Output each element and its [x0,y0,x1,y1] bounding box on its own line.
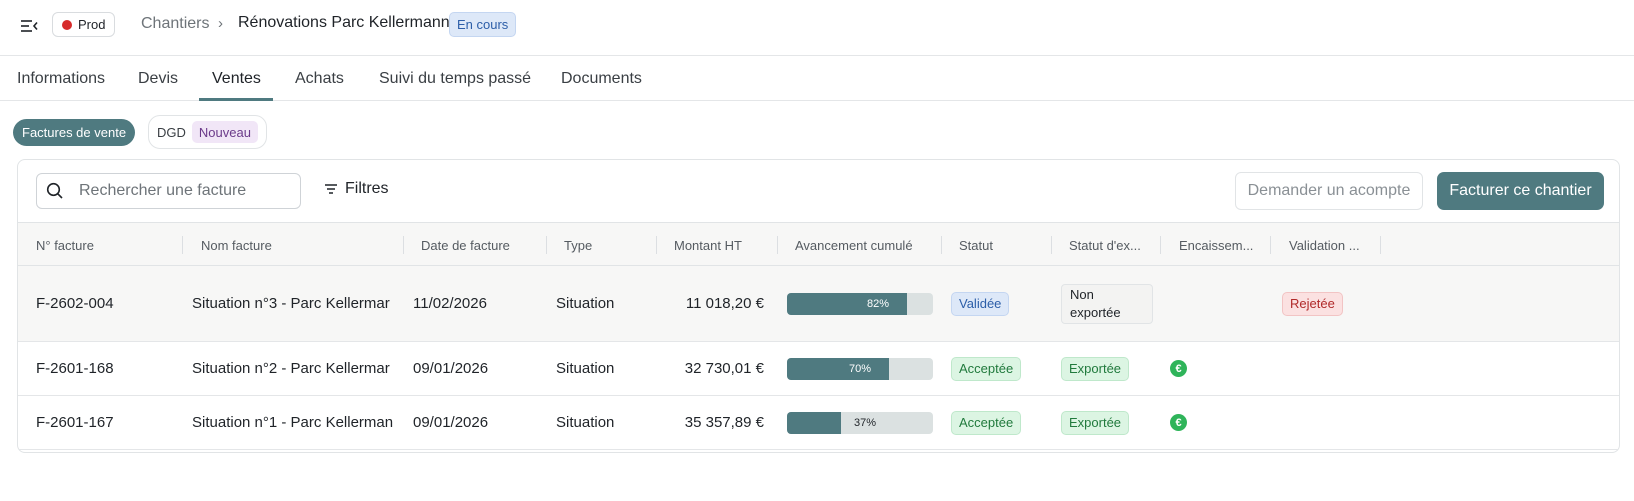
subtab-factures-vente[interactable]: Factures de vente [13,119,136,146]
status-cell: Validée [951,266,1010,341]
invoice-number: F-2602-004 [36,295,114,312]
progress-label: 37% [854,416,877,429]
subtab-dgd[interactable]: DGD Nouveau [148,115,267,149]
invoice-type: Situation [556,414,615,431]
column-header-encaissement[interactable]: Encaissem... [1179,223,1269,267]
status-badge: Validée [951,291,1010,316]
tab-suivi-temps[interactable]: Suivi du temps passé [379,70,531,88]
column-divider[interactable] [941,236,942,254]
search-icon [46,182,63,199]
validation-cell: Rejetée [1282,266,1343,341]
search-input[interactable] [79,182,289,200]
invoice-amount: 35 357,89 € [684,414,764,431]
column-header-statut-export[interactable]: Statut d'ex... [1069,223,1159,267]
column-header-type[interactable]: Type [564,223,654,267]
tab-informations[interactable]: Informations [17,70,105,88]
column-divider[interactable] [1051,236,1052,254]
invoice-name: Situation n°1 - Parc Kellerman [192,414,394,431]
status-cell: Acceptée [951,396,1022,449]
column-divider[interactable] [546,236,547,254]
invoices-card: Filtres Demander un acompte Facturer ce … [17,159,1620,453]
encaissement-cell: € [1170,342,1187,395]
environment-badge[interactable]: Prod [52,12,116,37]
tab-bar: Informations Devis Ventes Achats Suivi d… [0,56,1634,101]
progress-label: 82% [867,297,890,310]
breadcrumb-separator: › [218,15,223,32]
env-status-dot [62,19,72,30]
encaissement-cell: € [1170,396,1187,449]
export-status-badge: Exportée [1061,410,1130,435]
column-header-avancement[interactable]: Avancement cumulé [795,223,935,267]
invoice-name: Situation n°3 - Parc Kellermar [192,295,390,312]
column-header-validation[interactable]: Validation ... [1289,223,1379,267]
invoice-date: 11/02/2026 [413,295,487,312]
invoice-type: Situation [556,360,615,377]
filters-button[interactable]: Filtres [324,180,389,198]
progress-bar: 70% [787,357,933,380]
progress-bar: 82% [787,292,933,315]
project-status-badge: En cours [449,12,517,37]
column-divider[interactable] [1160,236,1161,254]
menu-collapse-icon[interactable] [18,15,40,37]
column-header-nom[interactable]: Nom facture [201,223,391,267]
status-badge: Acceptée [951,410,1022,435]
invoice-date: 09/01/2026 [413,414,489,431]
status-cell: Acceptée [951,342,1022,395]
subtab-dgd-label: DGD [157,124,186,140]
export-status-cell: Exportée [1061,396,1130,449]
facturer-chantier-button[interactable]: Facturer ce chantier [1437,172,1604,210]
column-header-numero[interactable]: N° facture [36,223,176,267]
tab-ventes[interactable]: Ventes [212,70,261,88]
breadcrumb-chantiers[interactable]: Chantiers [141,15,209,33]
page-title: Rénovations Parc Kellermann [238,14,450,31]
table-row[interactable]: F-2601-168 Situation n°2 - Parc Kellerma… [18,342,1619,396]
column-divider[interactable] [1380,236,1381,254]
export-status-cell: Exportée [1061,342,1130,395]
column-header-date[interactable]: Date de facture [421,223,541,267]
table-row[interactable]: F-2602-004 Situation n°3 - Parc Kellerma… [18,266,1619,342]
tab-devis[interactable]: Devis [138,70,178,88]
column-divider[interactable] [777,236,778,254]
column-divider[interactable] [656,236,657,254]
column-header-statut[interactable]: Statut [959,223,1049,267]
tab-documents[interactable]: Documents [561,70,642,88]
invoice-type: Situation [556,295,615,312]
invoice-name: Situation n°2 - Parc Kellermar [192,360,390,377]
progress-fill [787,411,841,434]
column-header-montant[interactable]: Montant HT [674,223,774,267]
validation-badge: Rejetée [1282,291,1343,316]
status-badge: Acceptée [951,356,1022,381]
search-box[interactable] [36,173,301,209]
export-status-badge: Non exportée [1061,283,1153,324]
euro-icon[interactable]: € [1170,414,1187,431]
invoice-number: F-2601-168 [36,360,114,377]
export-status-badge: Exportée [1061,356,1130,381]
column-divider[interactable] [403,236,404,254]
column-divider[interactable] [182,236,183,254]
progress-bar: 37% [787,411,933,434]
invoice-date: 09/01/2026 [413,360,489,377]
tab-achats[interactable]: Achats [295,70,344,88]
demander-acompte-button[interactable]: Demander un acompte [1235,172,1423,210]
app-header: Prod Chantiers › Rénovations Parc Keller… [0,0,1634,56]
new-badge: Nouveau [191,121,258,143]
progress-fill [787,357,889,380]
euro-icon[interactable]: € [1170,360,1187,377]
table-header: N° facture Nom facture Date de facture T… [18,222,1619,267]
filters-label: Filtres [345,180,389,197]
invoice-amount: 11 018,20 € [685,295,764,312]
filter-icon [325,184,337,194]
active-tab-indicator [199,98,273,101]
column-divider[interactable] [1270,236,1271,254]
export-status-cell: Non exportée [1061,266,1153,341]
progress-label: 70% [849,362,872,375]
table-row[interactable]: F-2601-167 Situation n°1 - Parc Kellerma… [18,396,1619,450]
invoice-amount: 32 730,01 € [684,360,764,377]
env-label: Prod [78,17,106,32]
invoice-number: F-2601-167 [36,414,114,431]
